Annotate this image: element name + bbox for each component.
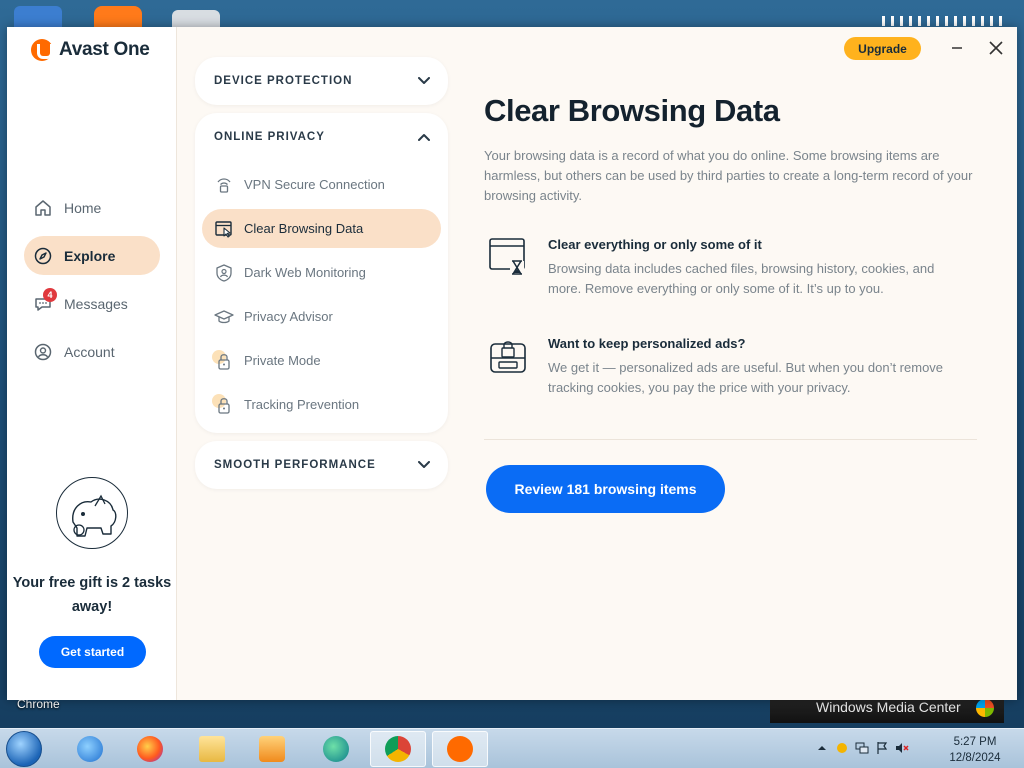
show-hidden-icons-icon[interactable] bbox=[815, 741, 829, 755]
media-player-icon bbox=[259, 736, 285, 762]
avast-logo-icon bbox=[31, 39, 53, 61]
chevron-down-icon bbox=[418, 461, 430, 468]
privacy-item-vpn[interactable]: VPN Secure Connection bbox=[202, 165, 441, 204]
get-started-button[interactable]: Get started bbox=[39, 636, 146, 668]
chevron-down-icon bbox=[418, 77, 430, 84]
chevron-up-icon bbox=[418, 134, 430, 141]
taskbar: 5:27 PM 12/8/2024 bbox=[0, 728, 1024, 768]
taskbar-ie[interactable] bbox=[62, 731, 118, 767]
taskbar-explorer[interactable] bbox=[184, 731, 240, 767]
app-name: Avast One bbox=[59, 39, 150, 60]
section-title: SMOOTH PERFORMANCE bbox=[214, 459, 376, 471]
gift-dog-illustration bbox=[56, 477, 128, 549]
device-protection-card[interactable]: DEVICE PROTECTION bbox=[195, 57, 448, 105]
firefox-icon bbox=[137, 736, 163, 762]
privacy-item-private-mode[interactable]: Private Mode bbox=[202, 341, 441, 380]
browser-cursor-icon bbox=[214, 219, 234, 239]
windows-logo-icon bbox=[976, 699, 994, 717]
avast-window: Avast One Home Explore 4 Messages Accoun… bbox=[7, 27, 1017, 700]
network-icon[interactable] bbox=[855, 741, 869, 755]
feature-title: Clear everything or only some of it bbox=[548, 237, 762, 252]
sidebar: Avast One Home Explore 4 Messages Accoun… bbox=[7, 27, 177, 700]
folder-icon bbox=[199, 736, 225, 762]
feature-title: Want to keep personalized ads? bbox=[548, 336, 746, 351]
app-logo: Avast One bbox=[31, 39, 150, 61]
privacy-item-privacy-advisor[interactable]: Privacy Advisor bbox=[202, 297, 441, 336]
lock-icon bbox=[212, 393, 234, 415]
desktop-gadget-strip bbox=[882, 16, 1002, 26]
section-title: ONLINE PRIVACY bbox=[214, 131, 325, 143]
sidebar-item-messages[interactable]: 4 Messages bbox=[24, 284, 160, 323]
feature-text: Browsing data includes cached files, bro… bbox=[548, 261, 935, 296]
vpn-icon bbox=[214, 175, 234, 195]
privacy-item-label: Private Mode bbox=[244, 353, 321, 368]
privacy-item-label: Dark Web Monitoring bbox=[244, 265, 366, 280]
shield-user-icon bbox=[214, 263, 234, 283]
review-browsing-items-button[interactable]: Review 181 browsing items bbox=[486, 465, 725, 513]
online-privacy-header[interactable]: ONLINE PRIVACY bbox=[195, 113, 448, 161]
privacy-item-label: Privacy Advisor bbox=[244, 309, 333, 324]
sidebar-item-label: Messages bbox=[64, 295, 128, 312]
device-protection-header[interactable]: DEVICE PROTECTION bbox=[195, 57, 448, 105]
lock-icon bbox=[212, 349, 234, 371]
volume-muted-icon[interactable] bbox=[895, 741, 909, 755]
internet-explorer-icon bbox=[77, 736, 103, 762]
home-icon bbox=[34, 199, 52, 217]
taskbar-clock[interactable]: 5:27 PM 12/8/2024 bbox=[940, 734, 1010, 766]
page-title: Clear Browsing Data bbox=[484, 93, 780, 128]
page-description: Your browsing data is a record of what y… bbox=[484, 148, 973, 203]
edge-icon bbox=[323, 736, 349, 762]
privacy-item-label: Clear Browsing Data bbox=[244, 221, 364, 236]
minimize-icon[interactable] bbox=[946, 37, 968, 59]
avast-icon bbox=[447, 736, 473, 762]
system-tray bbox=[815, 741, 909, 755]
privacy-item-dark-web-monitoring[interactable]: Dark Web Monitoring bbox=[202, 253, 441, 292]
privacy-item-label: VPN Secure Connection bbox=[244, 177, 385, 192]
wmc-label: Windows Media Center bbox=[816, 699, 961, 715]
flag-icon[interactable] bbox=[875, 741, 889, 755]
clock-date: 12/8/2024 bbox=[949, 752, 1001, 764]
taskbar-firefox[interactable] bbox=[122, 731, 178, 767]
close-icon[interactable] bbox=[985, 37, 1007, 59]
graduation-cap-icon bbox=[214, 307, 234, 327]
upgrade-button[interactable]: Upgrade bbox=[844, 37, 921, 60]
sidebar-item-explore[interactable]: Explore bbox=[24, 236, 160, 275]
sidebar-item-label: Home bbox=[64, 199, 102, 216]
feature-text: We get it — personalized ads are useful.… bbox=[548, 360, 944, 395]
start-button[interactable] bbox=[6, 731, 42, 767]
messages-badge: 4 bbox=[43, 287, 57, 302]
taskbar-edge[interactable] bbox=[308, 731, 364, 767]
feature-personalized-ads: Want to keep personalized ads? We get it… bbox=[488, 336, 958, 406]
online-privacy-card: ONLINE PRIVACY VPN Secure Connection Cle… bbox=[195, 113, 448, 433]
sidebar-item-account[interactable]: Account bbox=[24, 332, 160, 371]
user-icon bbox=[34, 343, 52, 361]
content-divider bbox=[484, 439, 977, 440]
sidebar-item-home[interactable]: Home bbox=[24, 188, 160, 227]
smooth-performance-header[interactable]: SMOOTH PERFORMANCE bbox=[195, 441, 448, 489]
section-title: DEVICE PROTECTION bbox=[214, 75, 353, 87]
clock-time: 5:27 PM bbox=[953, 736, 997, 748]
sidebar-item-label: Account bbox=[64, 343, 115, 360]
action-center-icon[interactable] bbox=[835, 741, 849, 755]
privacy-item-clear-browsing-data[interactable]: Clear Browsing Data bbox=[202, 209, 441, 248]
taskbar-avast[interactable] bbox=[432, 731, 488, 767]
gift-text: Your free gift is 2 tasks away! bbox=[12, 575, 172, 615]
privacy-item-label: Tracking Prevention bbox=[244, 397, 360, 412]
chat-icon: 4 bbox=[34, 287, 57, 313]
smooth-performance-card[interactable]: SMOOTH PERFORMANCE bbox=[195, 441, 448, 489]
compass-icon bbox=[34, 247, 52, 265]
chrome-icon bbox=[385, 736, 411, 762]
taskbar-chrome[interactable] bbox=[370, 731, 426, 767]
locked-box-icon bbox=[488, 336, 528, 376]
taskbar-media-player[interactable] bbox=[244, 731, 300, 767]
browser-hourglass-icon bbox=[488, 237, 528, 277]
privacy-item-tracking-prevention[interactable]: Tracking Prevention bbox=[202, 385, 441, 424]
feature-clear-everything: Clear everything or only some of it Brow… bbox=[488, 237, 958, 307]
sidebar-item-label: Explore bbox=[64, 247, 116, 264]
